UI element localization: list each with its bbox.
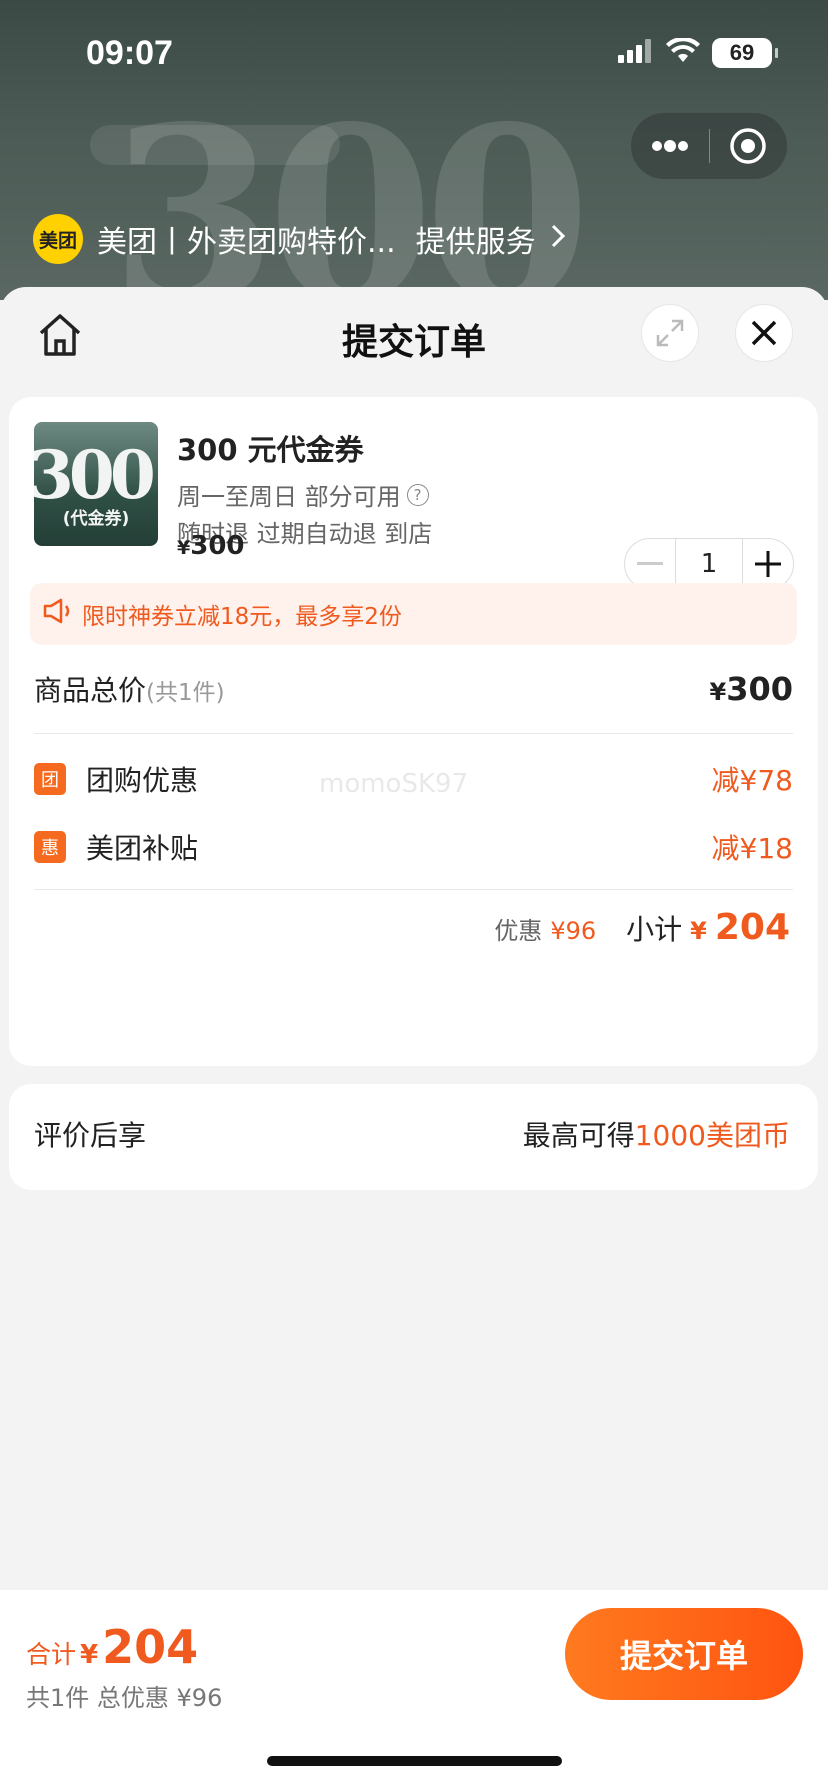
subtotal-symbol: ¥ [690,917,707,945]
goods-total-text: 商品总价 [34,674,147,707]
review-label: 评价后享 [34,1119,147,1152]
goods-count: (共1件) [146,680,225,706]
order-sheet: 提交订单 300 (代金券) 300 元代金券 周一至周日 部分可用 ? 随时退… [0,287,828,1792]
wifi-icon [666,36,700,68]
meituan-logo: 美团 [33,214,83,264]
goods-total-row: 商品总价(共1件) ¥300 [34,654,793,724]
close-button[interactable] [735,304,793,362]
discount-row: 惠 美团补贴 减¥18 [34,822,793,872]
status-time: 09:07 [86,34,173,72]
discount-label: 惠 美团补贴 [34,827,198,867]
promo-banner: 限时神券立减18元，最多享2份 [30,583,797,645]
quantity-value[interactable]: 1 [675,539,743,589]
divider [34,733,793,734]
subtotal-label: 小计 [626,913,683,946]
signal-icon [618,39,654,67]
goods-total-value: ¥300 [710,670,794,708]
discount-name: 团购优惠 [86,764,199,797]
decrease-button[interactable] [625,539,675,589]
home-indicator [267,1756,562,1766]
discount-name: 美团补贴 [86,832,199,865]
product-thumbnail: 300 (代金券) [34,422,158,546]
price-symbol: ¥ [177,537,191,559]
watermark: momoSK97 [319,769,469,799]
increase-button[interactable] [743,539,793,589]
plus-icon [755,551,781,577]
target-icon [730,128,766,164]
product-price: ¥300 [177,531,245,561]
subtotal-row: 优惠 ¥96 小计 ¥204 [494,907,790,948]
product-title: 300 元代金券 [177,433,364,467]
reward-value: 1000美团币 [634,1119,790,1152]
mini-program-capsule [631,113,787,179]
availability-text: 周一至周日 部分可用 [177,483,401,511]
sum-symbol: ¥ [80,1640,99,1670]
divider [34,889,793,890]
expand-button[interactable] [641,304,699,362]
goods-total-amount: 300 [726,670,793,708]
discount-value: 减¥78 [711,764,793,797]
banner-graphic: 300 [110,74,591,300]
reward-prefix: 最高可得 [522,1119,635,1152]
discount-label: 团 团购优惠 [34,759,198,799]
subsidy-tag-icon: 惠 [34,831,66,863]
discount-total-label: 优惠 [494,917,543,945]
review-reward: 最高可得1000美团币 [523,1114,790,1154]
goods-total-label: 商品总价(共1件) [34,669,225,709]
price-value: 300 [190,531,245,561]
group-buy-tag-icon: 团 [34,763,66,795]
submit-order-button[interactable]: 提交订单 [565,1608,803,1700]
minus-icon [637,562,663,565]
thumbnail-number: 300 [34,436,156,514]
discount-total-value: ¥96 [550,917,597,945]
sheet-header: 提交订单 [0,287,828,387]
review-reward-row: 评价后享 最高可得1000美团币 [34,1114,790,1154]
sum-label: 合计 [26,1640,77,1669]
more-dots-icon [651,140,688,152]
goods-total-symbol: ¥ [709,678,727,706]
promo-text: 限时神券立减18元，最多享2份 [82,604,402,630]
sum-value: 204 [102,1620,199,1674]
more-button[interactable] [631,113,709,179]
order-sum: 合计 ¥ 204 [26,1620,198,1674]
expand-icon [656,319,684,347]
thumbnail-label: (代金券) [62,509,130,529]
help-icon[interactable]: ? [406,483,429,506]
product-availability: 周一至周日 部分可用 ? [177,477,429,512]
discount-value: 减¥18 [711,832,793,865]
page-title: 提交订单 [341,322,486,363]
close-mini-program-button[interactable] [710,113,788,179]
provider-name: 美团丨外卖团购特价... [97,225,396,260]
megaphone-icon [42,597,72,631]
chevron-right-icon [550,222,566,257]
review-reward-card: 评价后享 最高可得1000美团币 [9,1084,818,1190]
provider-bar[interactable]: 美团 美团丨外卖团购特价... 提供服务 [33,214,566,264]
status-icons: 69 [618,36,778,68]
close-icon [751,320,777,346]
order-card: 300 (代金券) 300 元代金券 周一至周日 部分可用 ? 随时退 过期自动… [9,397,818,1066]
provider-service: 提供服务 [415,225,536,260]
sum-details: 共1件 总优惠 ¥96 [26,1684,223,1712]
subtotal-value: 204 [714,907,790,948]
battery-indicator: 69 [712,38,778,68]
